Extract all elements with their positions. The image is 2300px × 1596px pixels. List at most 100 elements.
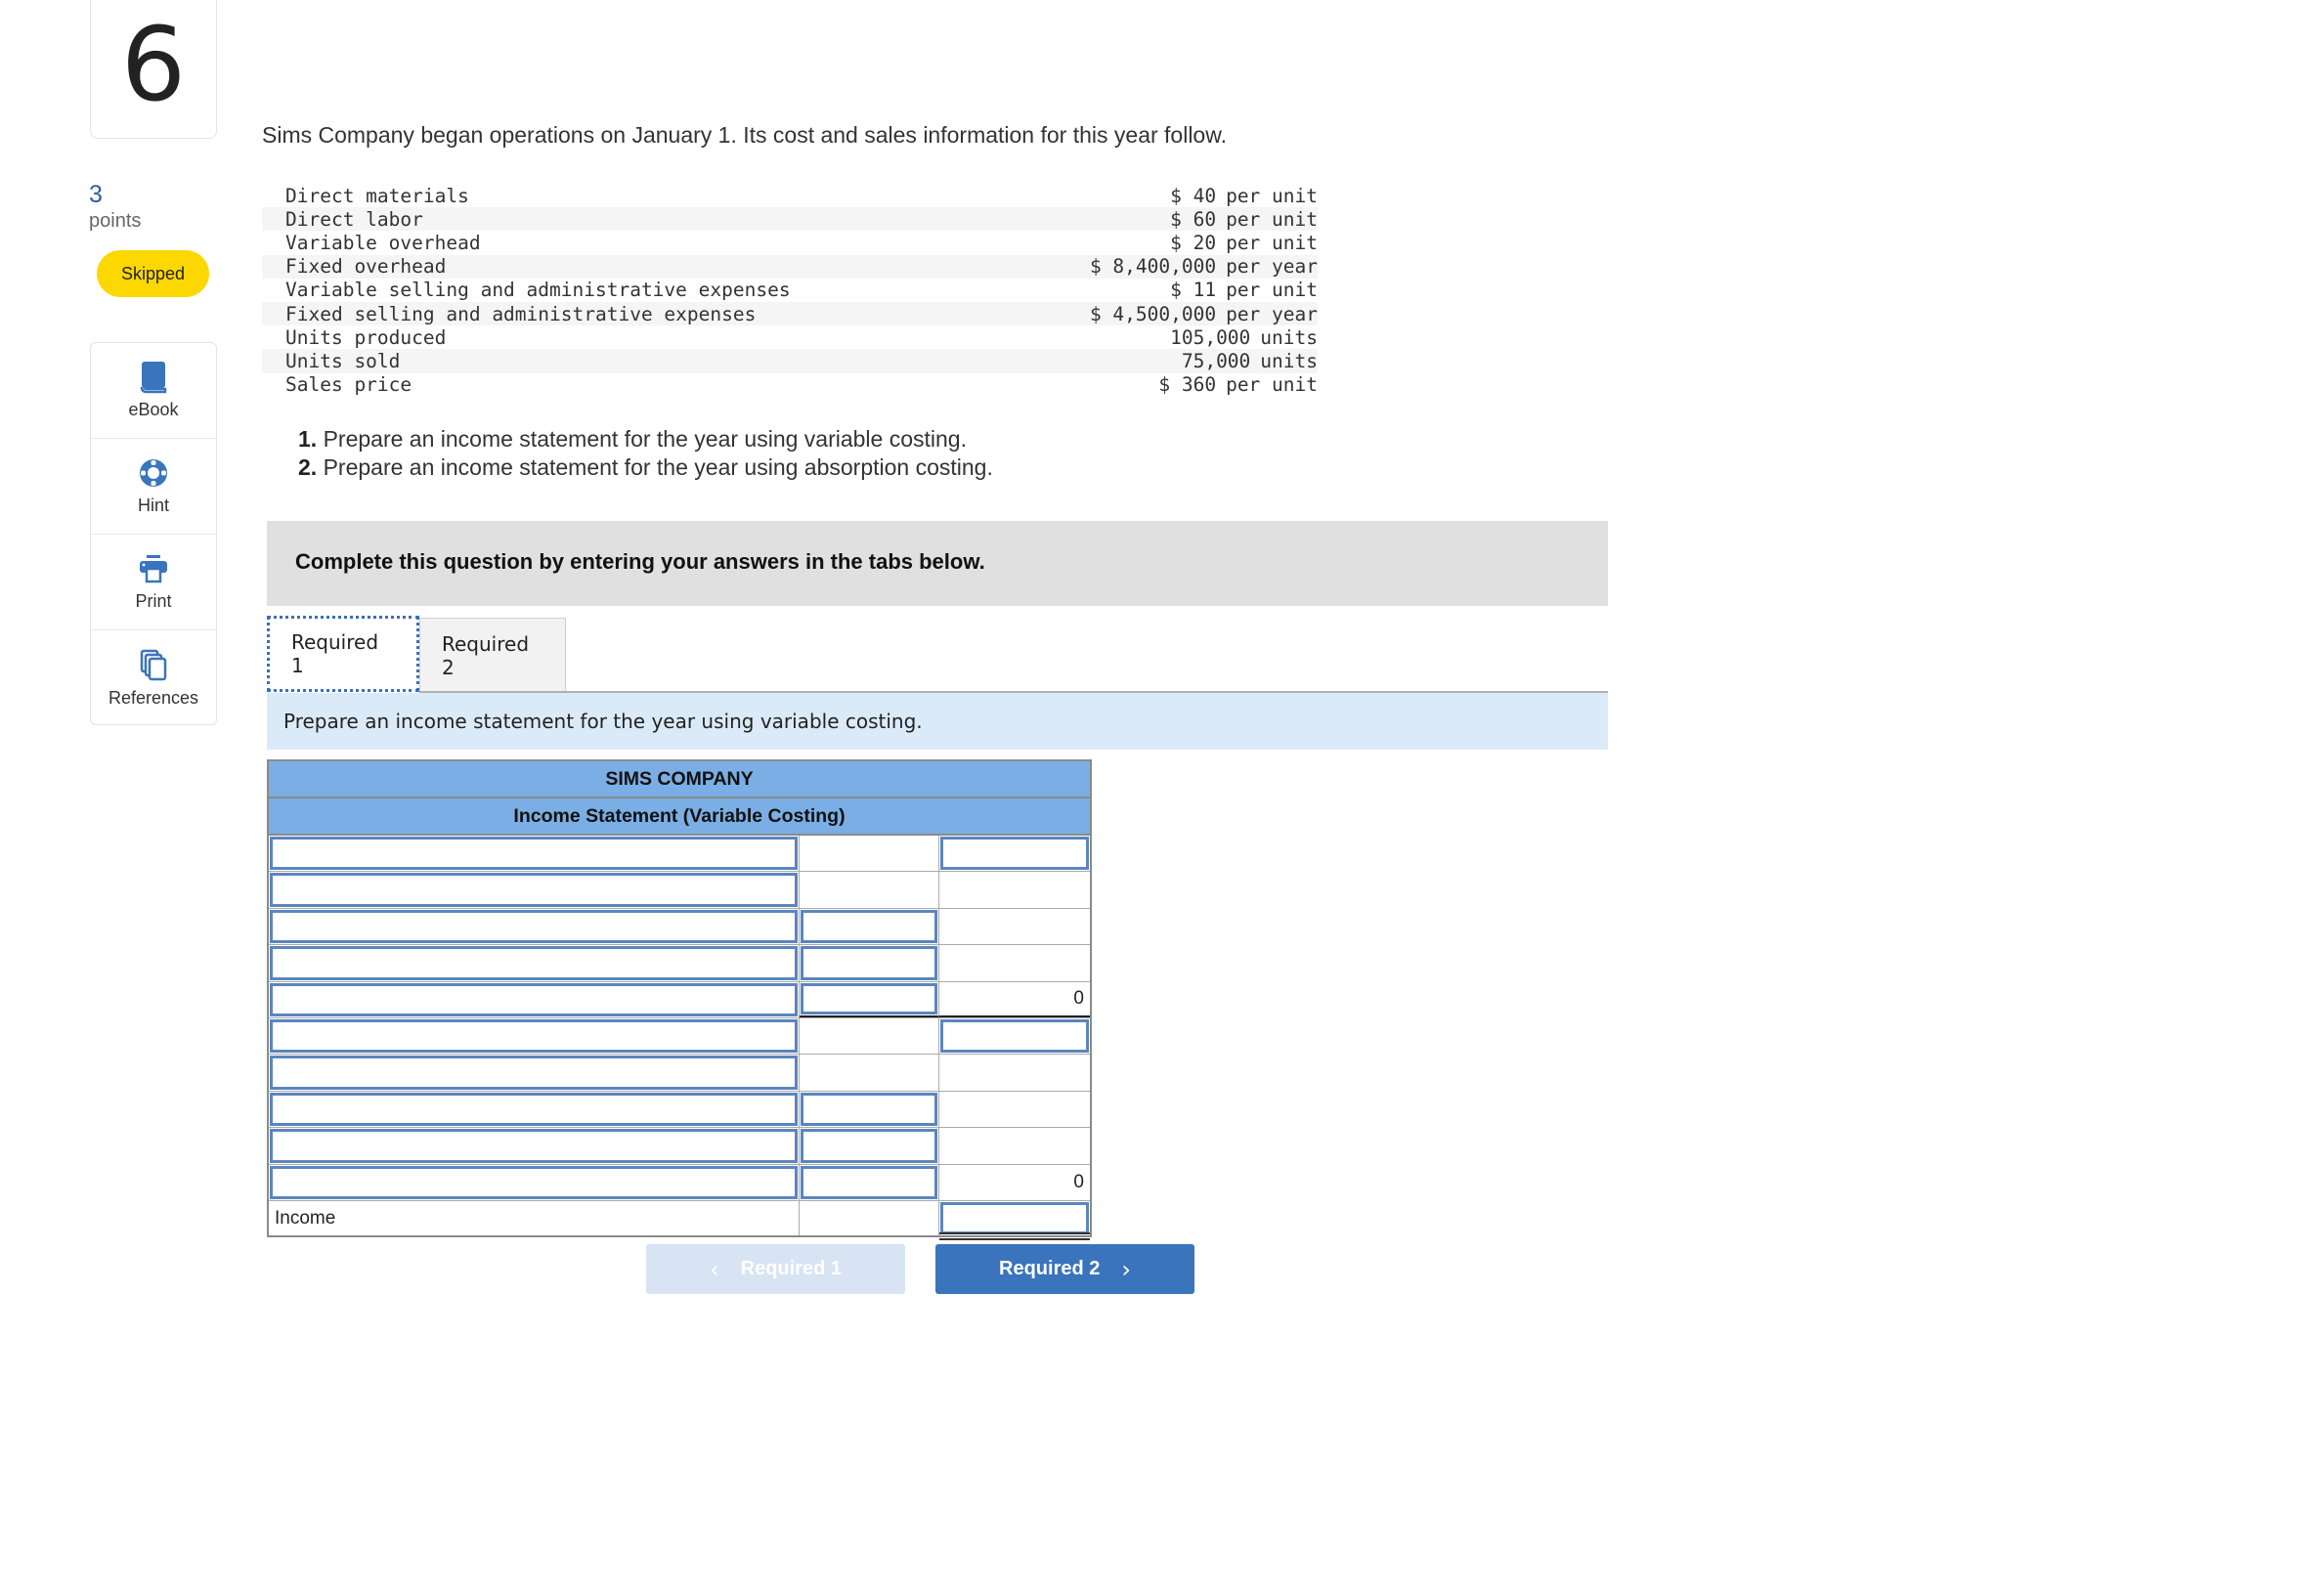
fact-label: Direct materials (285, 184, 469, 207)
next-required-button[interactable]: Required 2 › (935, 1244, 1194, 1294)
requirement-item: 1. Prepare an income statement for the y… (298, 425, 993, 453)
statement-row (269, 1055, 1090, 1092)
amount-input[interactable] (801, 982, 937, 1014)
print-label: Print (135, 591, 172, 611)
question-number: 6 (120, 4, 187, 124)
fact-unit: per unit (1226, 373, 1318, 397)
fact-row: Sales price $ 360 per unit (262, 373, 1318, 397)
fact-label: Variable overhead (285, 231, 481, 254)
fact-row: Fixed overhead $ 8,400,000 per year (262, 254, 1318, 279)
instruction-banner: Complete this question by entering your … (267, 521, 1608, 606)
line-item-label-input[interactable] (270, 982, 798, 1016)
line-item-label-input[interactable] (270, 1018, 798, 1054)
printer-icon (140, 555, 167, 583)
line-item-label-input[interactable] (270, 1165, 798, 1199)
statement-row (269, 1017, 1090, 1056)
fact-label: Direct labor (285, 207, 423, 231)
fact-label: Units produced (285, 325, 447, 349)
amount-input[interactable] (801, 909, 937, 944)
fact-unit: units (1260, 325, 1318, 349)
fact-unit: per unit (1226, 184, 1318, 207)
statement-row (269, 945, 1090, 982)
line-item-label-input[interactable] (270, 1092, 798, 1127)
line-item-label-input[interactable] (270, 946, 798, 980)
statement-row (269, 1091, 1090, 1129)
status-badge: Skipped (97, 250, 209, 297)
ebook-button[interactable]: eBook (91, 343, 216, 439)
requirement-item: 2. Prepare an income statement for the y… (298, 453, 993, 482)
amount-input[interactable] (801, 946, 937, 980)
ebook-label: eBook (128, 400, 179, 419)
statement-row (269, 872, 1090, 909)
chevron-right-icon: › (1121, 1255, 1131, 1283)
requirements-list: 1. Prepare an income statement for the y… (298, 425, 993, 482)
total-cell (939, 872, 1090, 907)
income-statement: SIMS COMPANY Income Statement (Variable … (267, 759, 1092, 1241)
line-item-label-input[interactable] (270, 837, 798, 871)
requirement-tabs: Required 1 Required 2 (267, 616, 566, 692)
income-total-input[interactable] (940, 1201, 1089, 1235)
fact-unit: per unit (1226, 207, 1318, 231)
fact-label: Units sold (285, 349, 401, 372)
fact-value: $ 60 (1170, 207, 1217, 231)
fact-label: Fixed selling and administrative expense… (285, 302, 757, 325)
line-item-label-input[interactable] (270, 1129, 798, 1163)
prompt-text: Prepare an income statement for the year… (283, 710, 923, 733)
fact-row: Direct materials $ 40 per unit (262, 184, 1318, 207)
fact-row: Direct labor $ 60 per unit (262, 207, 1318, 232)
fact-unit: per unit (1226, 279, 1318, 302)
requirement-text: Prepare an income statement for the year… (323, 426, 967, 452)
requirement-number: 2. (298, 454, 318, 480)
line-item-label-input[interactable] (270, 873, 798, 907)
points-label: points (89, 210, 142, 232)
statement-title: Income Statement (Variable Costing) (267, 797, 1092, 834)
lifebuoy-icon (140, 459, 167, 487)
print-button[interactable]: Print (91, 535, 216, 630)
total-cell (939, 1055, 1090, 1090)
income-label: Income (275, 1207, 336, 1229)
requirement-text: Prepare an income statement for the year… (323, 454, 993, 480)
fact-value: $ 11 (1170, 279, 1217, 302)
amount-cell (800, 1055, 939, 1091)
total-cell (939, 945, 1090, 980)
computed-subtotal: 0 (1073, 1171, 1084, 1192)
total-input[interactable] (940, 837, 1089, 871)
total-cell (939, 1092, 1090, 1127)
fact-value: 75,000 (1181, 349, 1251, 372)
fact-unit: units (1260, 349, 1318, 372)
problem-intro: Sims Company began operations on January… (262, 122, 1227, 148)
statement-company: SIMS COMPANY (267, 759, 1092, 797)
computed-subtotal: 0 (1073, 987, 1084, 1009)
amount-input[interactable] (801, 1165, 937, 1199)
references-button[interactable]: References (91, 630, 216, 726)
tab-required-2[interactable]: Required 2 (419, 618, 566, 692)
amount-input[interactable] (801, 1129, 937, 1163)
cost-sales-table: Direct materials $ 40 per unit Direct labo… (262, 184, 1318, 397)
statement-row: 0 (269, 981, 1090, 1018)
fact-value: $ 4,500,000 (1089, 302, 1217, 325)
points-value: 3 (89, 181, 103, 208)
total-input[interactable] (940, 1018, 1089, 1054)
fact-row: Variable overhead $ 20 per unit (262, 231, 1318, 254)
prev-required-button[interactable]: ‹ Required 1 (646, 1244, 905, 1294)
fact-value: $ 8,400,000 (1089, 255, 1217, 279)
amount-input[interactable] (801, 1092, 937, 1127)
fact-unit: per year (1226, 255, 1318, 279)
chevron-left-icon: ‹ (710, 1255, 719, 1283)
statement-grid: 0 0 Income (267, 834, 1092, 1241)
tools-panel: eBook Hint Print References (90, 342, 217, 725)
fact-unit: per unit (1226, 231, 1318, 254)
next-required-label: Required 2 (999, 1258, 1101, 1279)
total-cell (939, 1128, 1090, 1163)
amount-cell (800, 1017, 939, 1055)
tab-prompt: Prepare an income statement for the year… (267, 693, 1608, 750)
hint-button[interactable]: Hint (91, 439, 216, 535)
amount-cell (800, 872, 939, 908)
prev-required-label: Required 1 (740, 1258, 842, 1279)
line-item-label-input[interactable] (270, 909, 798, 944)
fact-value: $ 360 (1158, 373, 1217, 397)
tab-required-1[interactable]: Required 1 (267, 616, 419, 692)
fact-value: 105,000 (1170, 325, 1251, 349)
question-number-box: 6 (90, 0, 217, 139)
line-item-label-input[interactable] (270, 1056, 798, 1090)
